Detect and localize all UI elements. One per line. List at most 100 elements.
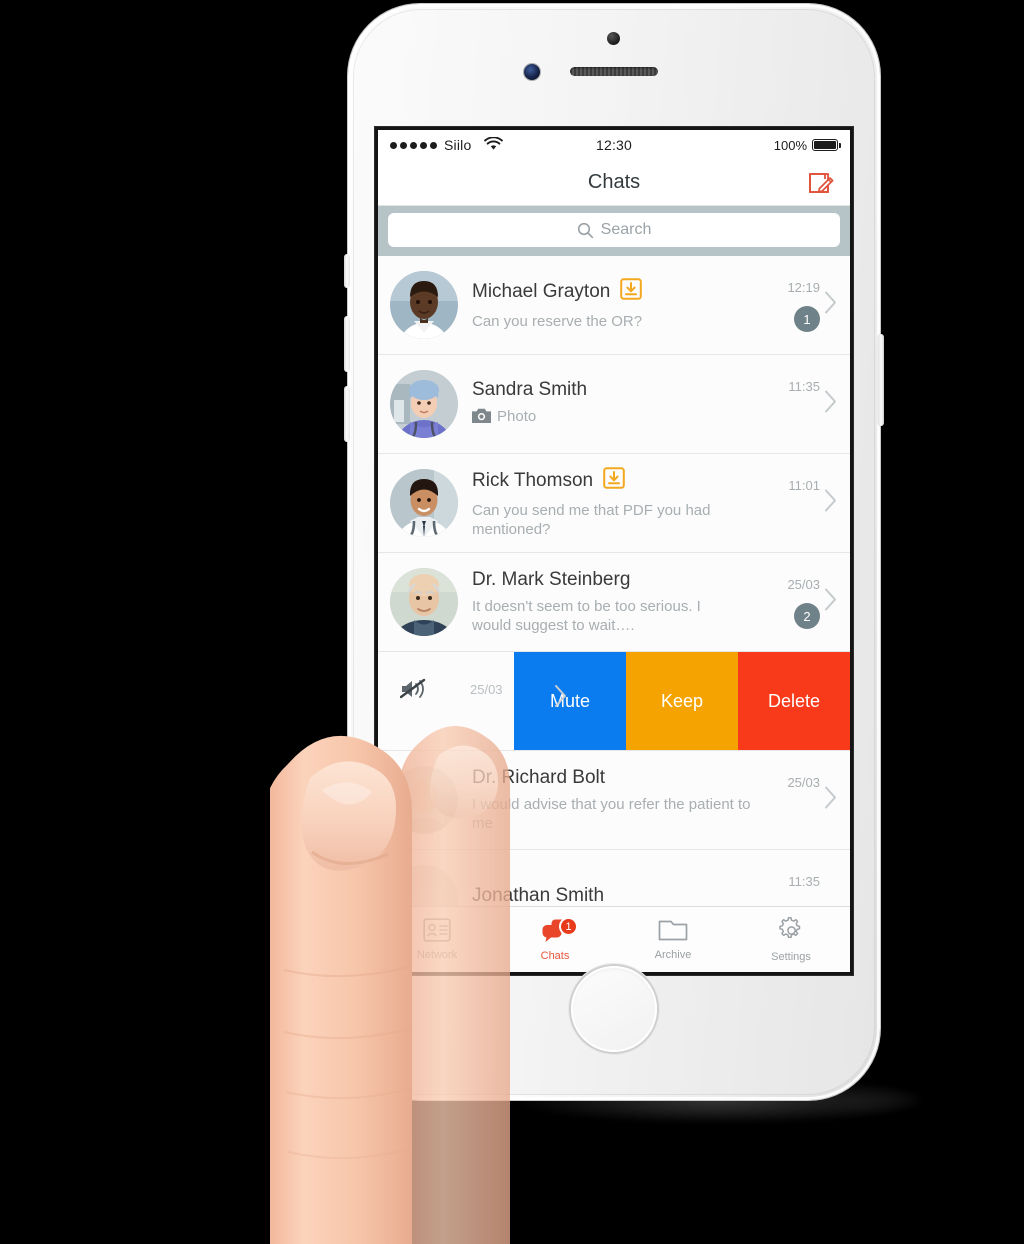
avatar — [390, 469, 458, 537]
chat-content: Rick Thomson Can you send me that PDF yo… — [458, 467, 764, 539]
chat-preview: Photo — [472, 407, 758, 428]
search-icon — [577, 222, 593, 238]
timestamp: 11:35 — [788, 379, 820, 394]
tab-archive[interactable]: Archive — [614, 907, 732, 972]
timestamp: 25/03 — [787, 775, 820, 790]
smartphone-device: Siilo 12:30 100% Chats Search Michael Gr… — [344, 4, 884, 1100]
contact-name: Dr. Mark Steinberg — [472, 568, 631, 590]
chevron-right-icon — [824, 588, 838, 617]
tab-settings[interactable]: Settings — [732, 907, 850, 972]
chat-preview: Can you send me that PDF you had mention… — [472, 501, 758, 539]
tab-label: Network — [416, 949, 458, 961]
swiped-row-content: 25/03 — [378, 652, 566, 750]
avatar — [390, 568, 458, 636]
tab-badge: 1 — [559, 917, 578, 936]
chat-preview: Can you reserve the OR? — [472, 312, 758, 331]
phone-screen: Siilo 12:30 100% Chats Search Michael Gr… — [378, 130, 850, 972]
volume-down-button[interactable] — [344, 386, 350, 442]
chat-list: Michael Grayton Can you reserve the OR? — [378, 256, 850, 949]
chat-content: Dr. Mark Steinberg It doesn't seem to be… — [458, 569, 764, 635]
chat-row-name-line: Dr. Mark Steinberg — [472, 569, 758, 591]
chat-preview: I would advise that you refer the patien… — [472, 795, 758, 833]
chevron-right-icon — [824, 390, 838, 419]
timestamp: 11:35 — [788, 874, 820, 889]
tab-network[interactable]: Network — [378, 907, 496, 972]
avatar — [390, 370, 458, 438]
chat-list-item[interactable]: Rick Thomson Can you send me that PDF yo… — [378, 454, 850, 553]
chevron-right-icon — [824, 489, 838, 518]
home-button[interactable] — [571, 966, 657, 1052]
chat-row-meta: 11:35 — [764, 355, 838, 453]
chat-row-name-line: Sandra Smith — [472, 379, 758, 401]
chat-row-meta: 11:01 — [764, 454, 838, 552]
proximity-sensor-icon — [607, 32, 620, 45]
chat-row-name-line: Michael Grayton — [472, 278, 758, 306]
navigation-bar: Chats — [378, 160, 850, 206]
chat-row-meta: 12:19 1 — [764, 256, 838, 354]
tab-bar: Network 1 Chats Archive Settings — [378, 906, 850, 972]
earpiece-speaker — [570, 67, 658, 76]
timestamp: 11:01 — [788, 478, 820, 493]
front-camera-icon — [524, 64, 540, 80]
contact-name: Michael Grayton — [472, 281, 611, 303]
message-preview: Photo — [497, 408, 537, 426]
chat-row-name-line: Dr. Richard Bolt — [472, 767, 758, 789]
message-preview: I would advise that you refer the patien… — [472, 795, 751, 832]
chat-preview: It doesn't seem to be too serious. I wou… — [472, 597, 758, 635]
tab-chats[interactable]: 1 Chats — [496, 907, 614, 972]
silent-switch[interactable] — [344, 254, 350, 288]
gear-icon — [778, 916, 805, 949]
volume-up-button[interactable] — [344, 316, 350, 372]
search-input[interactable]: Search — [388, 213, 840, 247]
page-title: Chats — [587, 171, 641, 193]
contact-name: Sandra Smith — [472, 379, 588, 401]
avatar — [390, 271, 458, 339]
message-preview: Can you reserve the OR? — [472, 313, 643, 331]
contact-name: Dr. Richard Bolt — [472, 766, 606, 788]
battery-icon — [812, 139, 842, 151]
chat-row-meta: 25/03 — [764, 751, 838, 849]
avatar — [390, 766, 458, 834]
timestamp: 25/03 — [470, 682, 503, 697]
chat-list-item[interactable]: Dr. Richard Bolt I would advise that you… — [378, 751, 850, 850]
muted-speaker-icon — [399, 678, 426, 705]
chevron-right-icon — [824, 291, 838, 320]
search-placeholder: Search — [600, 221, 652, 238]
contact-name: Jonathan Smith — [472, 885, 605, 906]
camera-icon — [472, 408, 491, 428]
chat-list-item[interactable]: Michael Grayton Can you reserve the OR? — [378, 256, 850, 355]
chat-content: Dr. Richard Bolt I would advise that you… — [458, 767, 764, 833]
keep-button[interactable]: Keep — [626, 652, 738, 750]
unread-badge: 2 — [794, 603, 820, 629]
power-button[interactable] — [878, 334, 884, 426]
chat-list-item[interactable]: Sandra Smith Photo 11:35 — [378, 355, 850, 454]
search-bar-container: Search — [378, 206, 850, 256]
chat-row-meta: 25/03 2 — [764, 553, 838, 651]
compose-icon[interactable] — [806, 168, 836, 198]
unread-badge: 1 — [794, 306, 820, 332]
chat-content: Sandra Smith Photo — [458, 379, 764, 428]
chevron-right-icon — [824, 786, 838, 815]
tab-label: Chats — [540, 949, 570, 962]
message-preview: Can you send me that PDF you had mention… — [472, 501, 711, 538]
status-bar: Siilo 12:30 100% — [378, 130, 850, 160]
download-icon — [620, 278, 643, 306]
chat-list-item-swiped[interactable]: 25/03 Mute Keep Delete — [378, 652, 850, 751]
contact-card-icon — [423, 918, 451, 947]
timestamp: 25/03 — [787, 577, 820, 592]
chat-row-name-line: Jonathan Smith — [472, 885, 758, 907]
mute-button[interactable]: Mute — [514, 652, 626, 750]
chat-list-item[interactable]: Dr. Mark Steinberg It doesn't seem to be… — [378, 553, 850, 652]
status-bar-clock: 12:30 — [595, 137, 633, 153]
folder-icon — [658, 918, 688, 947]
tab-label: Archive — [654, 949, 692, 961]
download-icon — [603, 467, 625, 495]
contact-name: Rick Thomson — [472, 469, 594, 491]
delete-button[interactable]: Delete — [738, 652, 850, 750]
chat-row-name-line: Rick Thomson — [472, 467, 758, 495]
tab-label: Settings — [771, 950, 811, 963]
timestamp: 12:19 — [787, 280, 820, 295]
message-preview: It doesn't seem to be too serious. I wou… — [472, 597, 701, 634]
chat-content: Michael Grayton Can you reserve the OR? — [458, 278, 764, 331]
chevron-right-icon — [554, 684, 568, 713]
